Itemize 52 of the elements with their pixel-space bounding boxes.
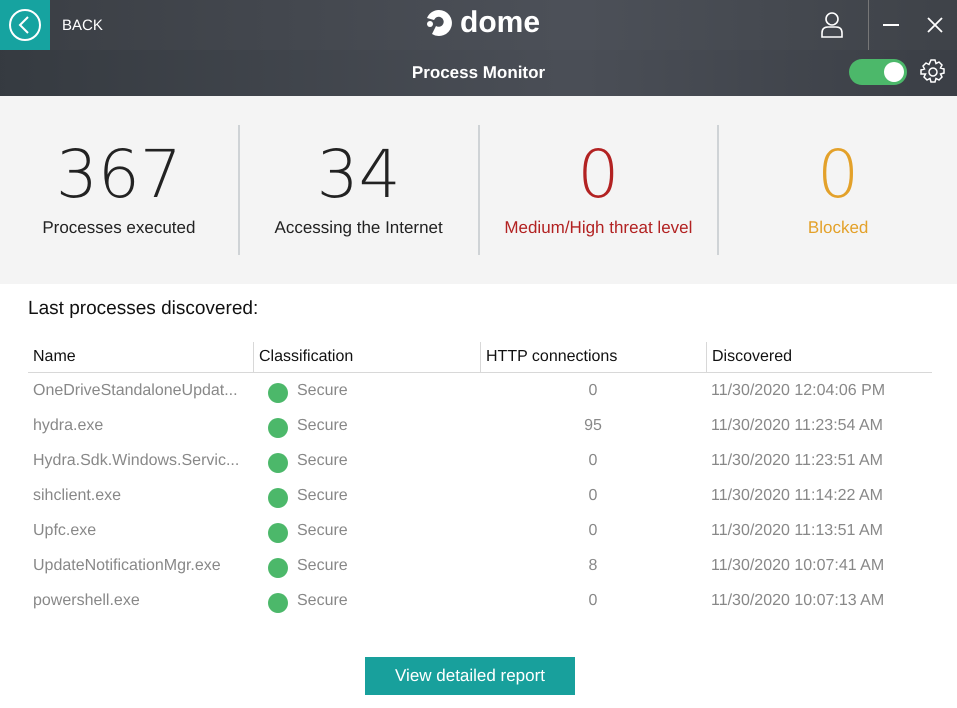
table-cell-text: UpdateNotificationMgr.exe: [32, 556, 222, 576]
table-cell-text: 11/30/2020 12:04:06 PM: [710, 380, 886, 400]
column-header[interactable]: Discovered: [706, 342, 932, 373]
table-cell-text: 0: [588, 380, 598, 400]
table-cell: Secure: [297, 556, 348, 574]
table-cell: Secure: [297, 382, 348, 400]
table-cell-text: 11/30/2020 11:13:51 AM: [710, 520, 884, 540]
table-cell: Secure: [297, 416, 348, 434]
stat-value: 34: [316, 142, 401, 208]
monitor-toggle[interactable]: [849, 59, 907, 85]
table-cell-text: 11/30/2020 10:07:13 AM: [710, 590, 886, 610]
stat-label: Blocked: [808, 218, 868, 238]
user-icon: [821, 12, 843, 38]
column-header[interactable]: Name: [28, 342, 253, 373]
back-link[interactable]: BACK: [62, 16, 103, 34]
table-cell-text: 8: [588, 556, 598, 576]
table-cell-text: 0: [588, 520, 598, 540]
column-header[interactable]: Classification: [253, 342, 480, 373]
stat-value: 367: [56, 142, 182, 208]
table-cell-text: 0: [588, 450, 598, 470]
column-header[interactable]: HTTP connections: [480, 342, 706, 373]
table-cell-text: 11/30/2020 11:23:54 AM: [710, 416, 884, 436]
stat-label: Processes executed: [42, 218, 196, 238]
section-title: Last processes discovered:: [28, 298, 260, 320]
table-cell-text: 11/30/2020 11:14:22 AM: [710, 486, 884, 506]
table-cell: Secure: [297, 522, 348, 540]
table-cell-text: 95: [583, 416, 603, 436]
stat-value: 0: [577, 142, 620, 208]
logo-icon: [424, 8, 454, 38]
table-cell-text: 11/30/2020 10:07:41 AM: [710, 556, 886, 576]
logo-text: dome: [460, 6, 540, 40]
back-button[interactable]: [0, 0, 50, 50]
table-cell: Secure: [297, 592, 348, 610]
table-cell-text: powershell.exe: [32, 590, 141, 610]
close-icon: [927, 17, 943, 33]
table-cell-text: 0: [588, 590, 598, 610]
back-icon: [8, 8, 42, 42]
table-cell-text: Upfc.exe: [32, 520, 98, 540]
table-cell-text: sihclient.exe: [32, 486, 122, 506]
table-cell-text: Hydra.Sdk.Windows.Servic...: [32, 450, 240, 470]
minimize-icon: [883, 23, 899, 27]
table-cell: Secure: [297, 452, 348, 470]
table-cell: Secure: [297, 486, 348, 504]
stat-label: Accessing the Internet: [274, 218, 443, 238]
stat-label: Medium/High threat level: [504, 218, 692, 238]
settings-icon[interactable]: [919, 58, 947, 86]
table-cell-text: OneDriveStandaloneUpdat...: [32, 380, 239, 400]
stat-value: 0: [817, 142, 860, 208]
table-cell-text: 11/30/2020 11:23:51 AM: [710, 450, 884, 470]
page-title: Process Monitor: [412, 63, 546, 83]
table-cell-text: hydra.exe: [32, 416, 104, 436]
table-cell-text: 0: [588, 486, 598, 506]
